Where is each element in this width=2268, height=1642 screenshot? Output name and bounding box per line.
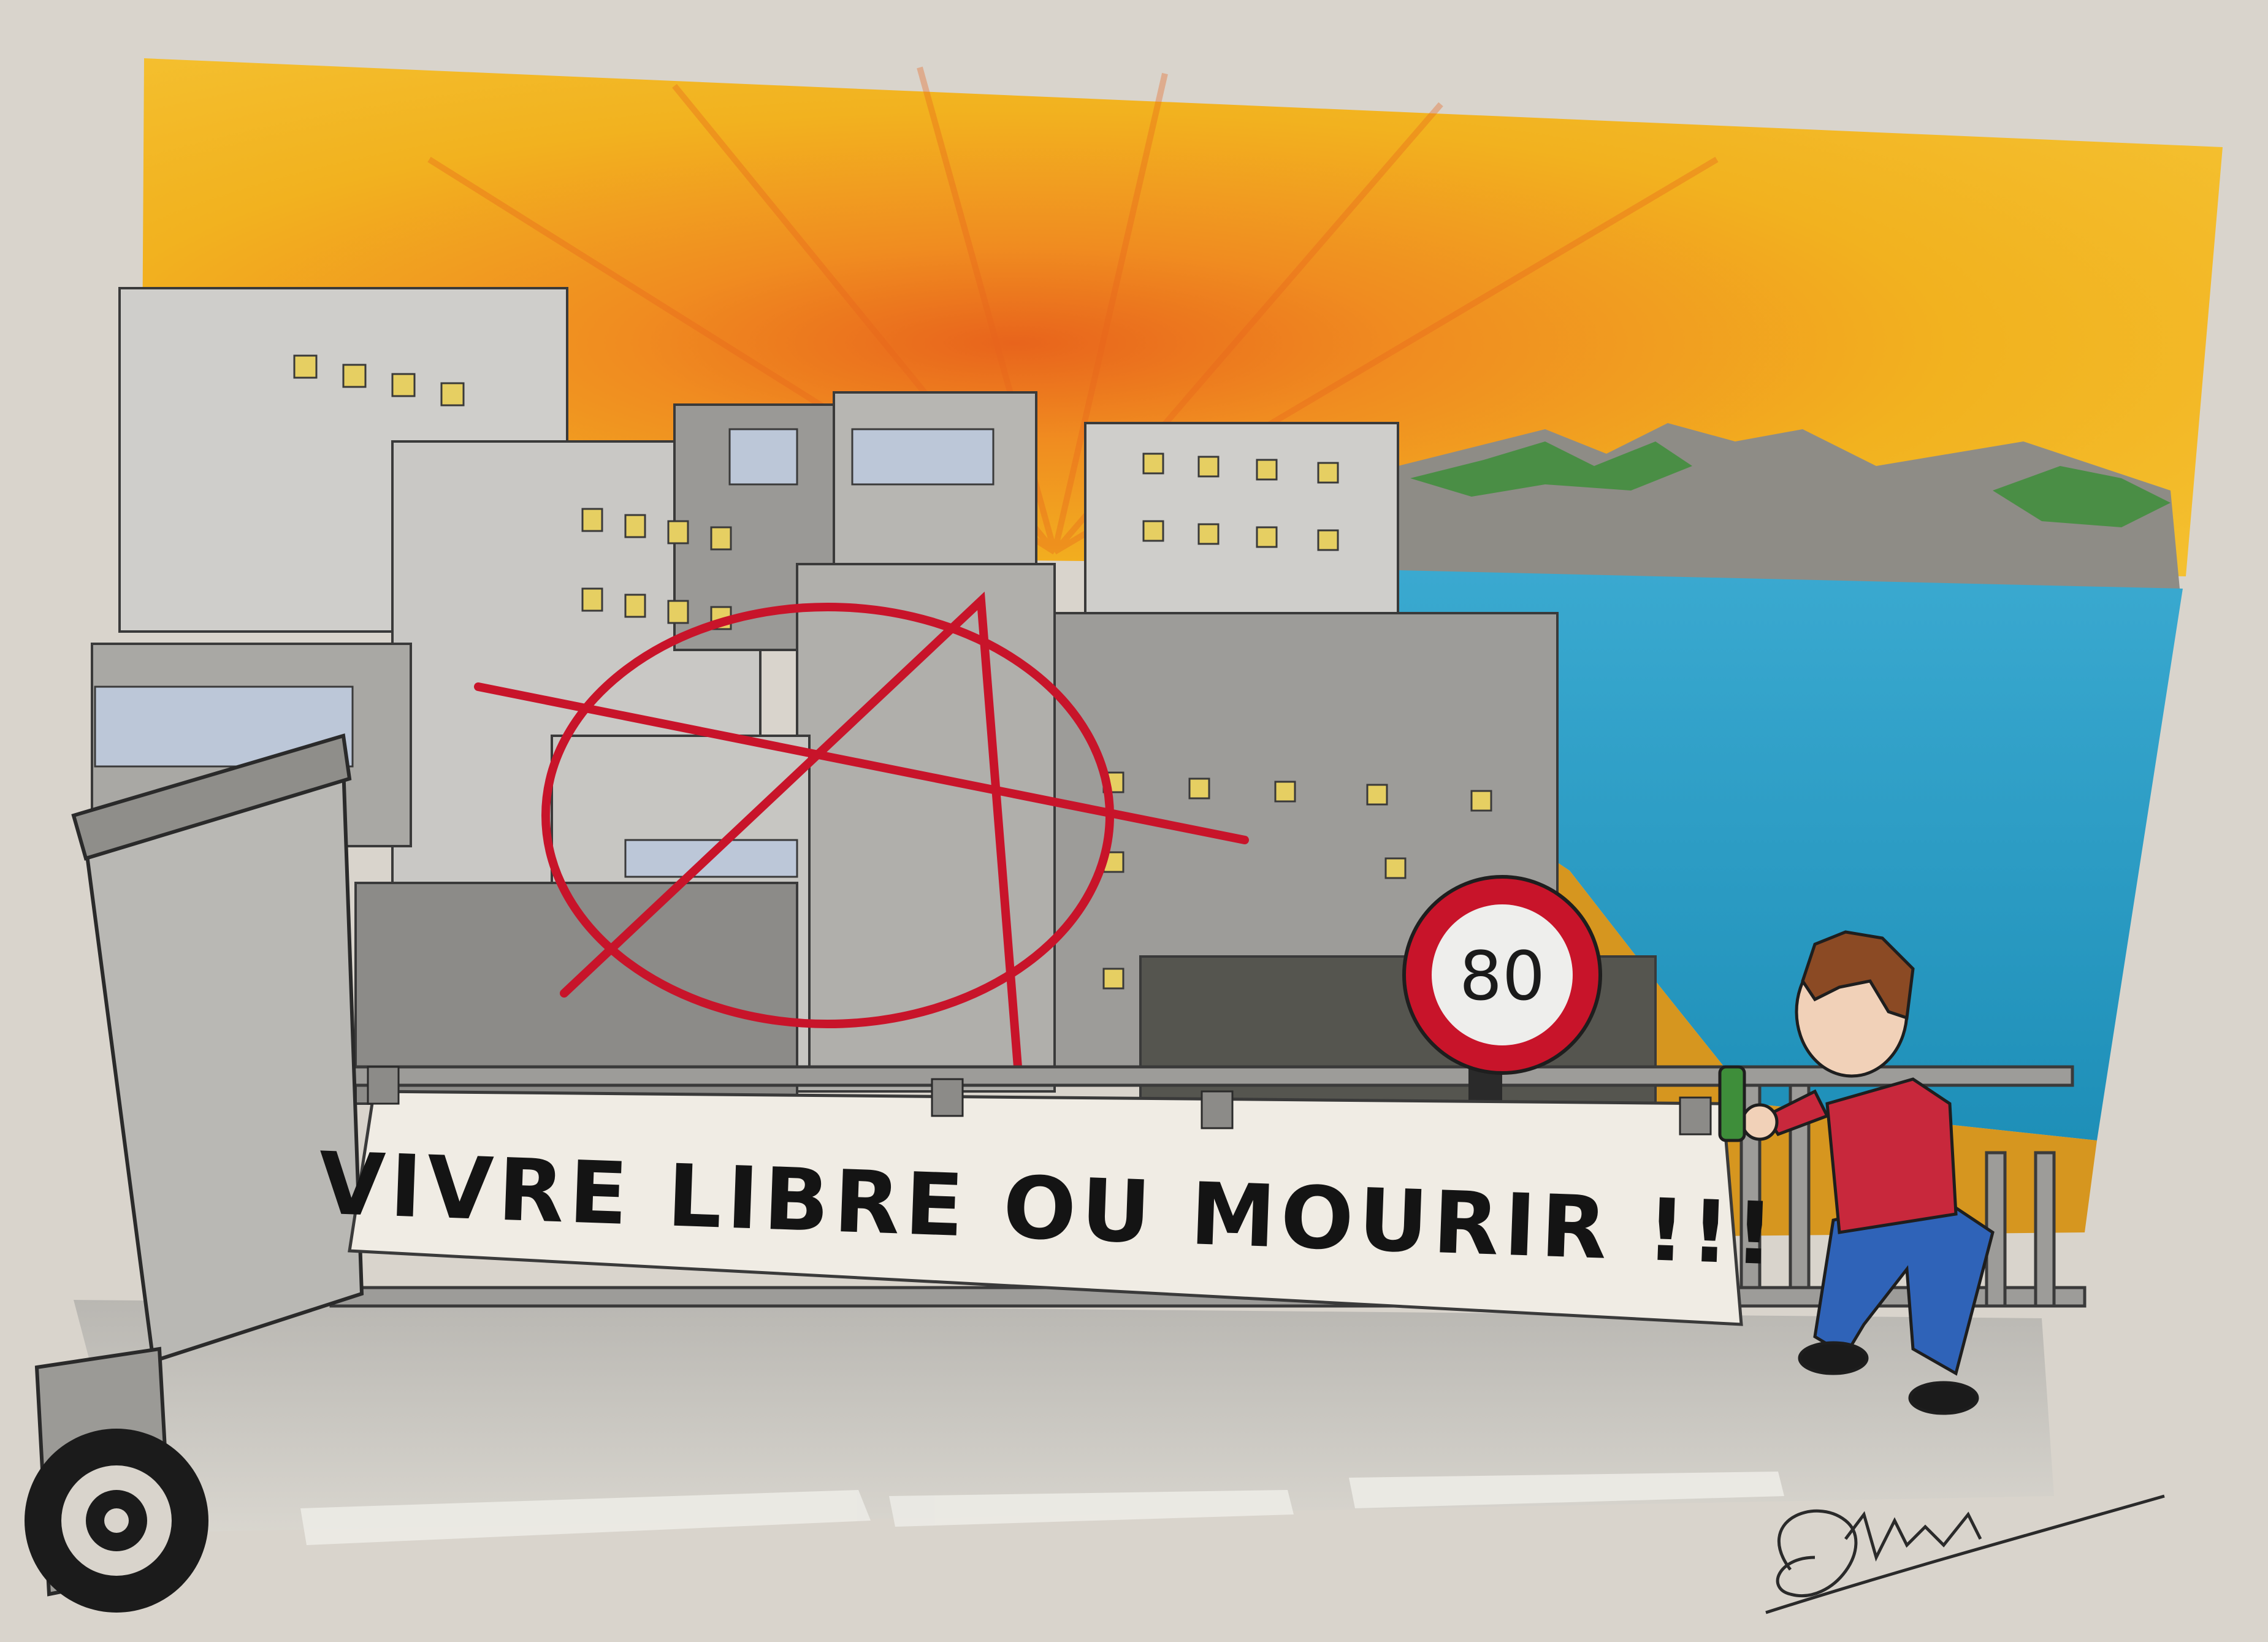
boy-shirt: [1825, 1077, 1958, 1234]
boy-bottle: [1718, 1065, 1746, 1142]
speed-sign-value: 80: [1459, 937, 1545, 1015]
painting-scene: 80 VIVRE LIBRE OU MOURIR !!!: [0, 0, 2268, 1642]
boy-hand: [1741, 1103, 1779, 1141]
boy-shoe-right: [1908, 1381, 1979, 1415]
painted-area: 80 VIVRE LIBRE OU MOURIR !!!: [25, 58, 2223, 1613]
truck-wheel: [25, 1429, 208, 1613]
boy-shoe-left: [1798, 1341, 1869, 1375]
